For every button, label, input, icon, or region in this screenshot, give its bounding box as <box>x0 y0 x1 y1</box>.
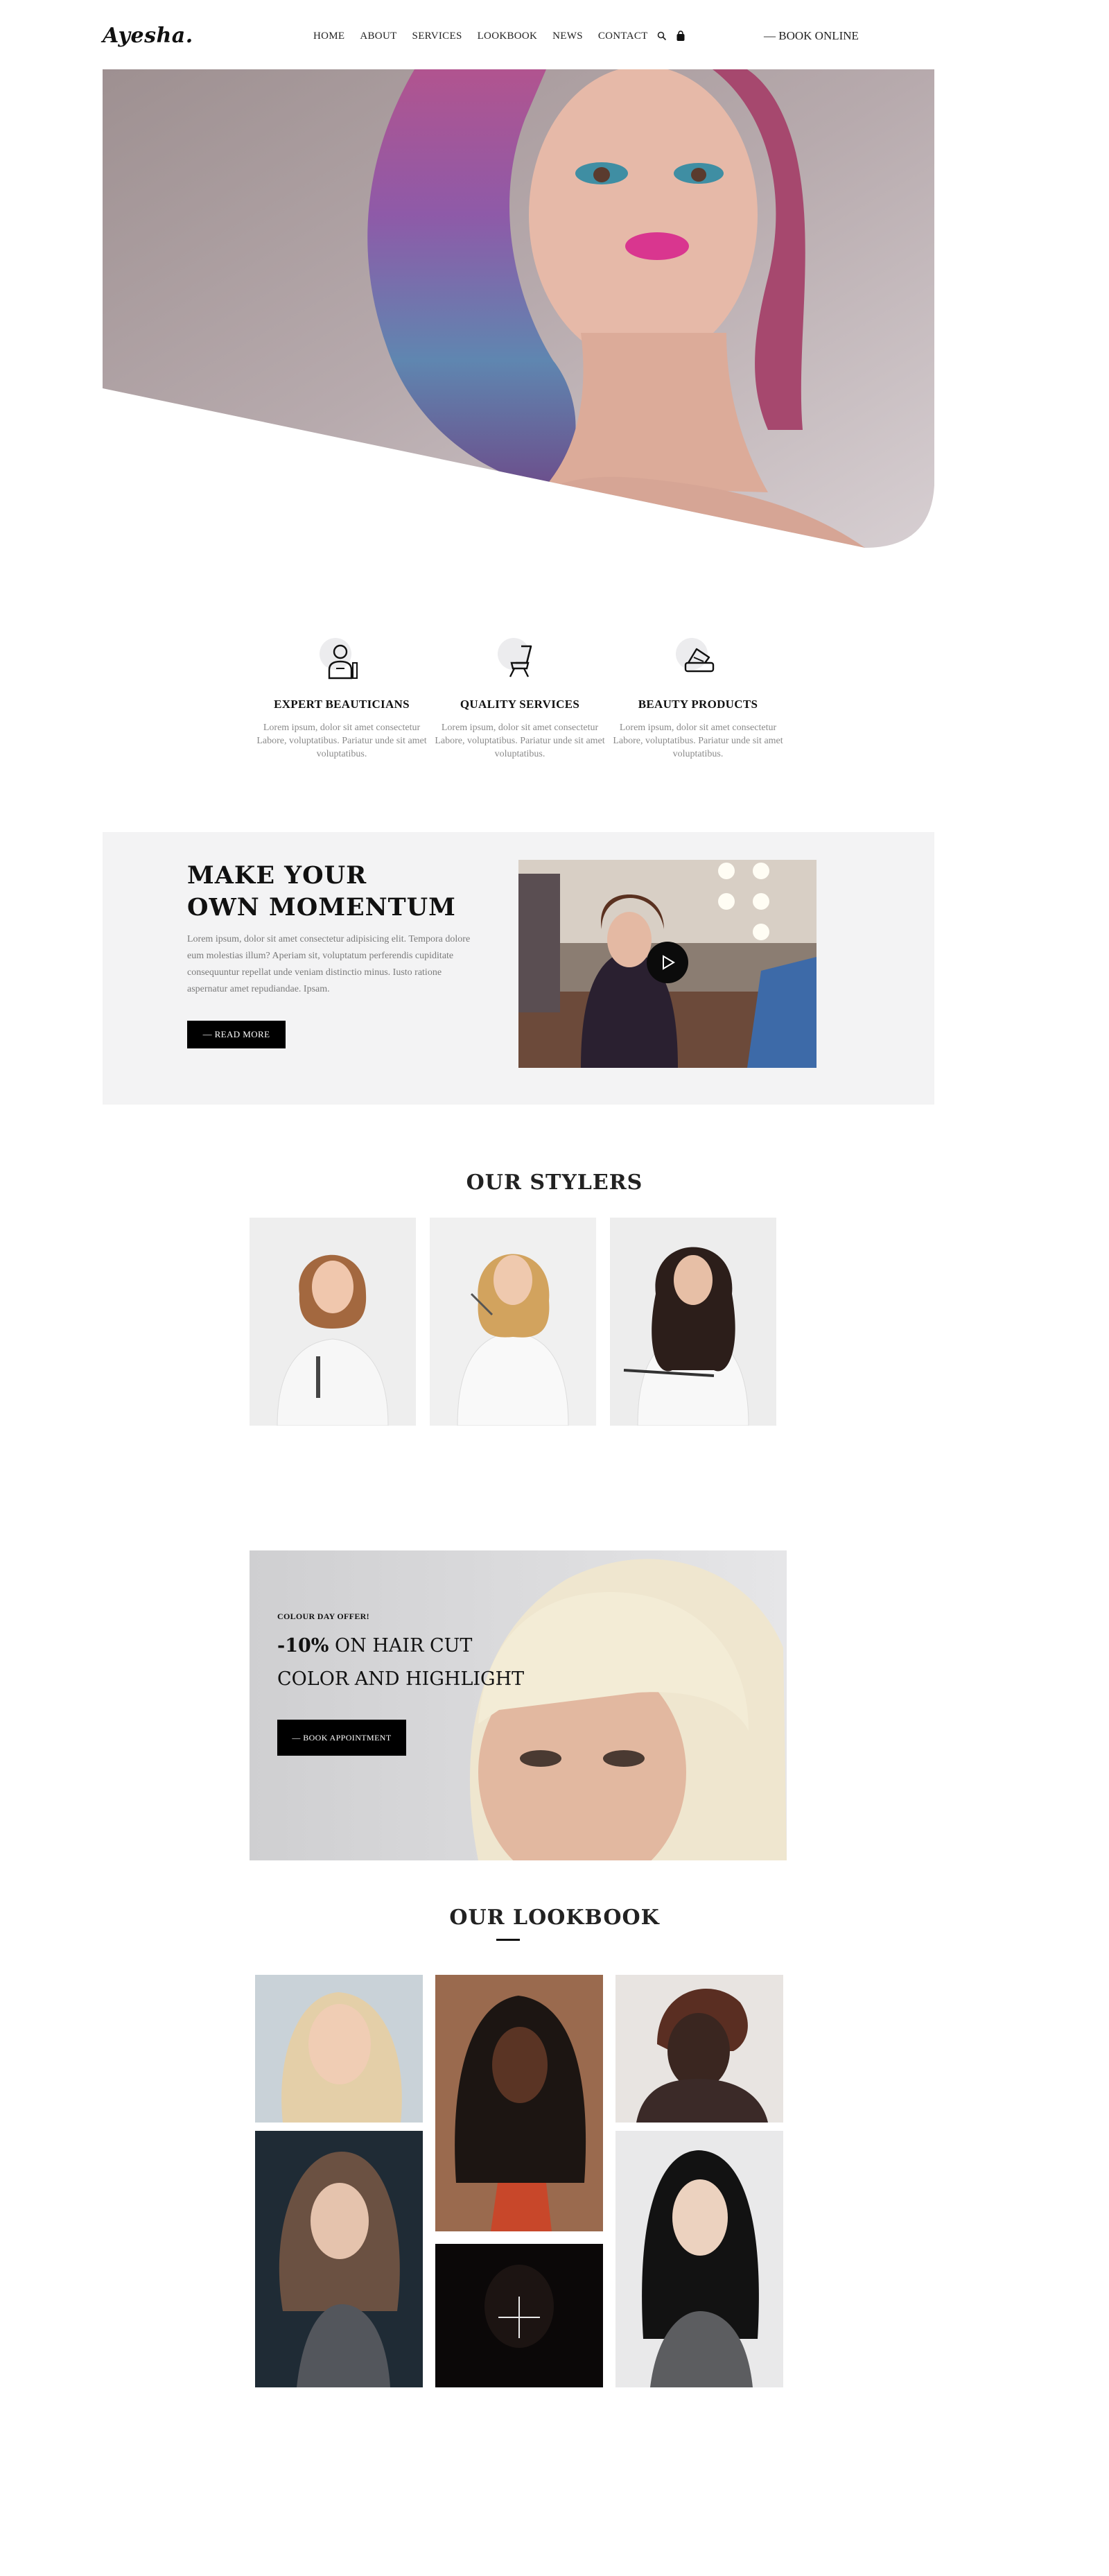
nav-about[interactable]: ABOUT <box>360 31 396 42</box>
feature-title: QUALITY SERVICES <box>460 698 580 711</box>
lookbook-photo <box>435 2244 603 2387</box>
site-logo[interactable]: Ayesha. <box>103 24 193 48</box>
feature-expert-beauticians: EXPERT BEAUTICIANS Lorem ipsum, dolor si… <box>252 638 432 761</box>
cart-icon[interactable] <box>676 31 687 42</box>
nav-contact[interactable]: CONTACT <box>598 31 648 42</box>
nav-news[interactable]: NEWS <box>552 31 583 42</box>
feature-beauty-products: BEAUTY PRODUCTS Lorem ipsum, dolor sit a… <box>608 638 788 761</box>
search-icon[interactable] <box>657 31 668 42</box>
lookbook-title: OUR LOOKBOOK <box>449 1905 660 1930</box>
stylers-title: OUR STYLERS <box>466 1170 643 1195</box>
momentum-title: MAKE YOUR OWN MOMENTUM <box>187 861 456 922</box>
feature-text: Lorem ipsum, dolor sit amet consectetur … <box>613 723 783 759</box>
lookbook-item[interactable] <box>435 2244 603 2387</box>
beautician-icon <box>320 638 364 682</box>
lookbook-item[interactable] <box>435 1975 603 2231</box>
offer-banner: COLOUR DAY OFFER! -10% ON HAIR CUT COLOR… <box>250 1550 787 1860</box>
lookbook-photo <box>615 1975 783 2123</box>
feature-title: BEAUTY PRODUCTS <box>638 698 758 711</box>
offer-subheadline: COLOR AND HIGHLIGHT <box>277 1668 525 1690</box>
hero-banner <box>103 69 934 548</box>
feature-quality-services: QUALITY SERVICES Lorem ipsum, dolor sit … <box>430 638 610 761</box>
offer-headline: -10% ON HAIR CUT <box>277 1635 473 1657</box>
lookbook-photo <box>615 2131 783 2387</box>
salon-chair-icon <box>498 638 542 682</box>
styler-card[interactable] <box>610 1218 776 1426</box>
lookbook-title-underline <box>496 1939 520 1941</box>
styler-photo <box>250 1218 416 1426</box>
offer-image <box>250 1550 787 1860</box>
play-icon <box>663 955 675 970</box>
read-more-button[interactable]: — READ MORE <box>187 1021 286 1048</box>
momentum-text: Lorem ipsum, dolor sit amet consectetur … <box>187 934 471 994</box>
styler-photo <box>610 1218 776 1426</box>
main-nav: HOME ABOUT SERVICES LOOKBOOK NEWS CONTAC… <box>313 31 648 42</box>
salon-video[interactable] <box>518 860 817 1068</box>
hero-image <box>103 69 934 548</box>
feature-title: EXPERT BEAUTICIANS <box>274 698 410 711</box>
nav-lookbook[interactable]: LOOKBOOK <box>478 31 538 42</box>
styler-card[interactable] <box>250 1218 416 1426</box>
beauty-products-icon <box>676 638 720 682</box>
book-appointment-button[interactable]: — BOOK APPOINTMENT <box>277 1720 406 1756</box>
feature-text: Lorem ipsum, dolor sit amet consectetur … <box>256 723 427 759</box>
play-button[interactable] <box>647 942 688 983</box>
lookbook-item[interactable] <box>615 2131 783 2387</box>
nav-home[interactable]: HOME <box>313 31 344 42</box>
offer-label: COLOUR DAY OFFER! <box>277 1611 369 1621</box>
site-header: Ayesha. HOME ABOUT SERVICES LOOKBOOK NEW… <box>0 0 1109 69</box>
styler-card[interactable] <box>430 1218 596 1426</box>
lookbook-photo <box>255 2131 423 2387</box>
lookbook-item[interactable] <box>255 1975 423 2123</box>
lookbook-item[interactable] <box>255 2131 423 2387</box>
momentum-section: MAKE YOUR OWN MOMENTUM Lorem ipsum, dolo… <box>103 832 934 1105</box>
lookbook-photo <box>255 1975 423 2123</box>
lookbook-photo <box>435 1975 603 2231</box>
nav-services[interactable]: SERVICES <box>412 31 462 42</box>
book-online-link[interactable]: — BOOK ONLINE <box>764 29 859 43</box>
styler-photo <box>430 1218 596 1426</box>
feature-text: Lorem ipsum, dolor sit amet consectetur … <box>435 723 605 759</box>
lookbook-item[interactable] <box>615 1975 783 2123</box>
